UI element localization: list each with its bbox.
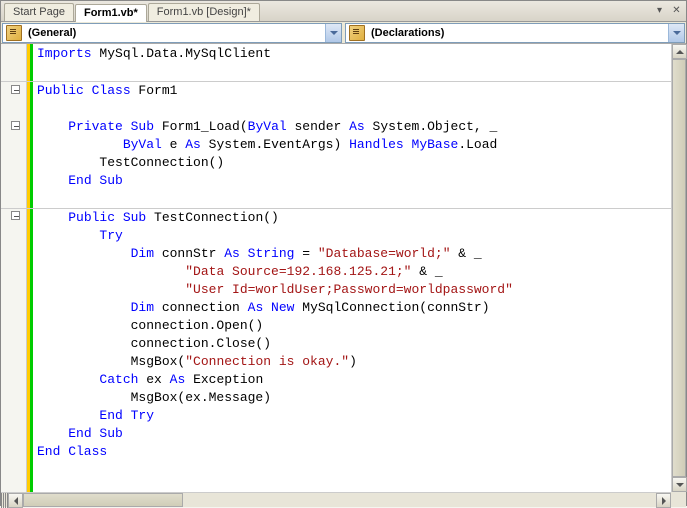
- code-line[interactable]: TestConnection(): [37, 154, 671, 172]
- code-line[interactable]: Public Class Form1: [37, 82, 671, 100]
- member-label: (Declarations): [368, 27, 668, 39]
- code-line[interactable]: ByVal e As System.EventArgs) Handles MyB…: [37, 136, 671, 154]
- code-line[interactable]: [37, 190, 671, 208]
- member-dropdown-arrow[interactable]: [668, 24, 684, 42]
- tab-form1-vb[interactable]: Form1.vb*: [75, 4, 147, 22]
- code-line[interactable]: End Try: [37, 407, 671, 425]
- scope-label: (General): [25, 27, 325, 39]
- code-line[interactable]: MsgBox(ex.Message): [37, 389, 671, 407]
- code-area[interactable]: Imports MySql.Data.MySqlClient Public Cla…: [37, 45, 671, 461]
- code-line[interactable]: "Data Source=192.168.125.21;" & _: [37, 263, 671, 281]
- code-line[interactable]: End Sub: [37, 172, 671, 190]
- close-tab-button[interactable]: ✕: [669, 3, 684, 17]
- code-line[interactable]: End Sub: [37, 425, 671, 443]
- member-dropdown[interactable]: (Declarations): [345, 23, 685, 43]
- scroll-down-button[interactable]: [672, 477, 687, 492]
- code-line[interactable]: Dim connStr As String = "Database=world;…: [37, 245, 671, 263]
- scrollbar-vertical[interactable]: [671, 44, 686, 492]
- code-line[interactable]: [37, 63, 671, 81]
- gutter[interactable]: [1, 44, 27, 492]
- fold-toggle[interactable]: [11, 121, 20, 130]
- scroll-corner: [671, 492, 686, 507]
- scope-dropdown[interactable]: (General): [2, 23, 342, 43]
- editor-viewport[interactable]: Imports MySql.Data.MySqlClient Public Cla…: [1, 44, 671, 492]
- fold-toggle[interactable]: [11, 85, 20, 94]
- fold-toggle[interactable]: [11, 211, 20, 220]
- code-line[interactable]: connection.Close(): [37, 335, 671, 353]
- scroll-up-button[interactable]: [672, 44, 687, 59]
- tabs-bar: Start Page Form1.vb* Form1.vb [Design]* …: [1, 1, 686, 22]
- general-icon: [6, 25, 22, 41]
- declarations-icon: [349, 25, 365, 41]
- code-line[interactable]: [37, 100, 671, 118]
- editor-wrap: Imports MySql.Data.MySqlClient Public Cla…: [1, 44, 686, 507]
- tab-form1-design[interactable]: Form1.vb [Design]*: [148, 3, 260, 21]
- code-line[interactable]: MsgBox("Connection is okay."): [37, 353, 671, 371]
- code-line[interactable]: Imports MySql.Data.MySqlClient: [37, 45, 671, 63]
- tab-menu-button[interactable]: ▾: [652, 3, 667, 17]
- dropdowns-bar: (General) (Declarations): [1, 22, 686, 44]
- tab-start-page[interactable]: Start Page: [4, 3, 74, 21]
- scrollbar-horizontal[interactable]: [1, 492, 671, 507]
- scroll-thumb-horizontal[interactable]: [23, 493, 183, 507]
- code-line[interactable]: End Class: [37, 443, 671, 461]
- code-line[interactable]: connection.Open(): [37, 317, 671, 335]
- code-line[interactable]: Catch ex As Exception: [37, 371, 671, 389]
- code-line[interactable]: Try: [37, 227, 671, 245]
- scope-dropdown-arrow[interactable]: [325, 24, 341, 42]
- saved-marker: [30, 44, 33, 492]
- code-line[interactable]: "User Id=worldUser;Password=worldpasswor…: [37, 281, 671, 299]
- code-line[interactable]: Public Sub TestConnection(): [37, 209, 671, 227]
- code-line[interactable]: Private Sub Form1_Load(ByVal sender As S…: [37, 118, 671, 136]
- code-line[interactable]: Dim connection As New MySqlConnection(co…: [37, 299, 671, 317]
- scroll-thumb-vertical[interactable]: [672, 59, 686, 477]
